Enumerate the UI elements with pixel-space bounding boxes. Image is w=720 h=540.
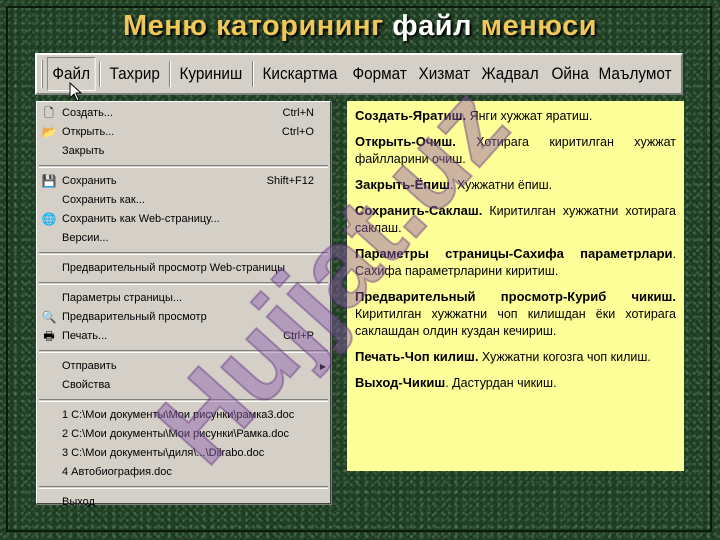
- description-text: . Дастурдан чикиш.: [445, 376, 557, 390]
- menu-item-label: Предварительный просмотр Web-страницы: [62, 262, 286, 274]
- menu-divider: [39, 252, 328, 255]
- menu-item-label: 3 С:\Мои документы\диля\...\Dilrabo.doc: [62, 447, 265, 459]
- description-item: Открыть-Очиш. Хотирага киритилган хужжат…: [355, 133, 676, 168]
- slide-title: Меню каторининг файл менюси: [0, 10, 720, 43]
- menu-divider: [39, 486, 328, 489]
- description-term: Параметры страницы-Сахифа параметрлари: [355, 246, 673, 261]
- menu-divider: [39, 399, 328, 402]
- menu-item-label: Создать...: [62, 107, 113, 119]
- web-page-icon: 🌐: [41, 212, 57, 226]
- menu-item-shortcut: Ctrl+P: [283, 330, 314, 342]
- menu-item[interactable]: Выход: [37, 493, 330, 512]
- menu-item-label: 4 Автобиография.doc: [62, 466, 172, 478]
- description-item: Сохранить-Саклаш. Киритилган хужжатни хо…: [355, 202, 676, 237]
- menu-item-label: Сохранить: [62, 175, 117, 187]
- description-item: Параметры страницы-Сахифа параметрлари. …: [355, 245, 676, 280]
- menu-item-label: Предварительный просмотр: [62, 311, 207, 323]
- description-text: . Хужжатни ёпиш.: [450, 178, 553, 192]
- description-item: Выход-Чикиш. Дастурдан чикиш.: [355, 374, 676, 392]
- menu-separator: [252, 61, 255, 87]
- menu-help[interactable]: Маълумот: [594, 58, 676, 90]
- menu-format[interactable]: Формат: [348, 58, 411, 90]
- mouse-pointer-icon: [69, 82, 83, 102]
- menu-item[interactable]: 🌐 Сохранить как Web-страницу...: [37, 210, 330, 229]
- description-term: Предварительный просмотр-Куриб чикиш.: [355, 289, 676, 304]
- menu-item[interactable]: 3 С:\Мои документы\диля\...\Dilrabo.doc: [37, 444, 330, 463]
- menu-item-label: 2 С:\Мои документы\Мои рисунки\Рамка.doc: [62, 428, 290, 440]
- menu-item-shortcut: Shift+F12: [266, 175, 314, 187]
- menu-item-label: Свойства: [62, 379, 111, 391]
- menu-item[interactable]: 🗋 Создать... Ctrl+N: [37, 104, 330, 123]
- description-term: Закрыть-Ёпиш: [355, 177, 450, 192]
- menu-item-label: 1 С:\Мои документы\Мои рисунки\рамка3.do…: [62, 409, 295, 421]
- description-item: Предварительный просмотр-Куриб чикиш. Ки…: [355, 288, 676, 340]
- menu-item-label: Версии...: [62, 232, 109, 244]
- description-term: Выход-Чикиш: [355, 375, 446, 390]
- menu-item[interactable]: Предварительный просмотр Web-страницы: [37, 259, 330, 278]
- menu-item-label: Выход: [62, 496, 95, 508]
- description-term: Сохранить-Саклаш.: [355, 203, 483, 218]
- menu-view[interactable]: Куриниш: [175, 58, 247, 90]
- save-disk-icon: 💾: [41, 174, 57, 188]
- menu-item[interactable]: Свойства: [37, 376, 330, 395]
- description-text: Хужжатни когозга чоп килиш.: [478, 350, 651, 364]
- menu-item[interactable]: Версии...: [37, 229, 330, 248]
- menu-item[interactable]: 🖶 Печать... Ctrl+P: [37, 327, 330, 346]
- menu-tools[interactable]: Хизмат: [414, 58, 474, 90]
- description-panel: Создать-Яратиш. Янги хужжат яратиш. Откры…: [347, 101, 684, 471]
- menu-divider: [39, 350, 328, 353]
- file-menu-dropdown: 🗋 Создать... Ctrl+N 📂 Открыть... Ctrl+O Закрыт…: [36, 101, 331, 508]
- description-item: Печать-Чоп килиш. Хужжатни когозга чоп к…: [355, 348, 676, 366]
- menu-item-shortcut: Ctrl+O: [281, 126, 314, 138]
- menu-window[interactable]: Ойна: [547, 58, 593, 90]
- title-part-1: Меню каторининг: [122, 10, 384, 42]
- menu-divider: [39, 165, 328, 168]
- menu-item-label: Сохранить как Web-страницу...: [62, 213, 220, 225]
- menu-table[interactable]: Жадвал: [477, 58, 543, 90]
- menu-item-shortcut: Ctrl+N: [282, 107, 314, 119]
- description-text: Киритилган хужжатни чоп килишдан ёки хот…: [355, 307, 676, 338]
- menu-separator: [98, 61, 101, 87]
- menu-bar: Файл Тахрир Куриниш Кискартма Формат Хиз…: [35, 53, 683, 95]
- menu-item[interactable]: 2 С:\Мои документы\Мои рисунки\Рамка.doc: [37, 425, 330, 444]
- menu-item[interactable]: Закрыть: [37, 142, 330, 161]
- menu-item-label: Печать...: [62, 330, 108, 342]
- menu-item[interactable]: Отправить ▶: [37, 357, 330, 376]
- menu-item[interactable]: 4 Автобиография.doc: [37, 463, 330, 482]
- menu-item[interactable]: 📂 Открыть... Ctrl+O: [37, 123, 330, 142]
- title-part-2: файл: [392, 10, 473, 42]
- description-item: Закрыть-Ёпиш. Хужжатни ёпиш.: [355, 176, 676, 194]
- submenu-arrow-icon: ▶: [319, 362, 326, 371]
- menu-item[interactable]: 💾 Сохранить Shift+F12: [37, 172, 330, 191]
- menu-item-label: Сохранить как...: [62, 194, 145, 206]
- menu-separator: [168, 61, 171, 87]
- toolbar-grip[interactable]: [41, 60, 43, 88]
- menu-item-label: Параметры страницы...: [62, 292, 183, 304]
- menu-item-label: Закрыть: [62, 145, 105, 157]
- description-term: Печать-Чоп килиш.: [355, 349, 479, 364]
- description-text: Янги хужжат яратиш.: [466, 109, 593, 123]
- menu-item-label: Открыть...: [62, 126, 115, 138]
- menu-item[interactable]: Параметры страницы...: [37, 289, 330, 308]
- menu-item[interactable]: 🔍 Предварительный просмотр: [37, 308, 330, 327]
- menu-edit[interactable]: Тахрир: [105, 58, 164, 90]
- menu-item[interactable]: 1 С:\Мои документы\Мои рисунки\рамка3.do…: [37, 406, 330, 425]
- new-document-icon: 🗋: [44, 106, 54, 120]
- description-term: Создать-Яратиш.: [355, 108, 467, 123]
- menu-item-label: Отправить: [62, 360, 117, 372]
- title-part-3: менюси: [480, 10, 598, 42]
- menu-divider: [39, 282, 328, 285]
- description-item: Создать-Яратиш. Янги хужжат яратиш.: [355, 107, 676, 125]
- open-folder-icon: 📂: [41, 125, 57, 139]
- description-term: Открыть-Очиш.: [355, 134, 456, 149]
- menu-insert[interactable]: Кискартма: [258, 58, 342, 90]
- print-preview-icon: 🔍: [41, 310, 57, 324]
- menu-item[interactable]: Сохранить как...: [37, 191, 330, 210]
- printer-icon: 🖶: [43, 329, 55, 343]
